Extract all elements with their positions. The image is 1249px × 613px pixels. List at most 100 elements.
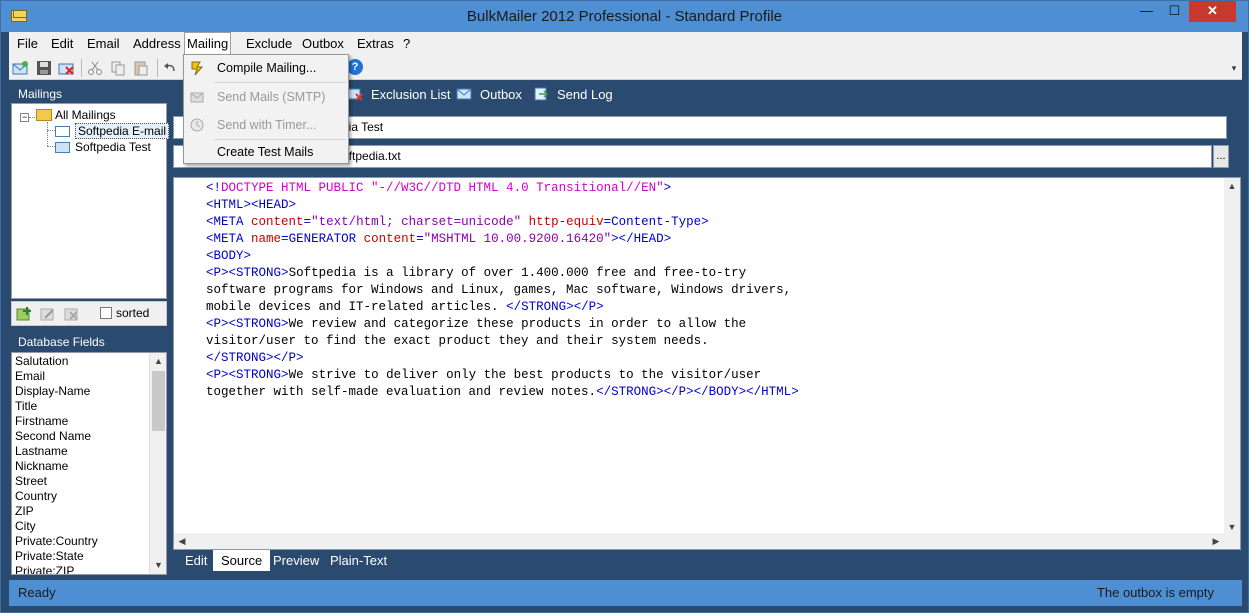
tree-item-softpedia-email[interactable]: Softpedia E-mail (55, 123, 170, 139)
sorted-checkbox[interactable] (100, 307, 112, 319)
scroll-left-icon[interactable]: ◀ (174, 533, 190, 549)
fields-scrollbar[interactable]: ▲ ▼ (149, 353, 166, 574)
delete-mail-icon[interactable] (58, 60, 74, 76)
tree-label: Softpedia E-mail (75, 123, 170, 139)
code-line: <!DOCTYPE HTML PUBLIC "-//W3C//DTD HTML … (206, 181, 672, 195)
menu-exclude[interactable]: Exclude (244, 32, 294, 56)
database-field-item[interactable]: Private:Country (15, 534, 98, 549)
database-field-item[interactable]: Salutation (15, 354, 68, 369)
scroll-up-icon[interactable]: ▲ (150, 353, 166, 370)
cut-icon[interactable] (87, 60, 103, 76)
database-field-item[interactable]: Firstname (15, 414, 68, 429)
menu-compile-mailing[interactable]: Compile Mailing... (184, 55, 348, 81)
mail-icon (55, 142, 70, 153)
editor-vertical-scrollbar[interactable]: ▲ ▼ (1224, 178, 1240, 535)
tab-label: Exclusion List (371, 87, 451, 102)
undo-icon[interactable] (162, 60, 178, 76)
toolbar-overflow-icon[interactable]: ▾ (1229, 59, 1239, 77)
tab-plain-text[interactable]: Plain-Text (322, 550, 395, 571)
database-field-item[interactable]: City (15, 519, 36, 534)
menu-item-label: Create Test Mails (217, 145, 314, 159)
compile-icon (191, 61, 204, 76)
minimize-button[interactable]: — (1133, 1, 1160, 22)
menu-item-label: Send Mails (SMTP) (217, 90, 326, 104)
code-line: <META name=GENERATOR content="MSHTML 10.… (206, 232, 672, 246)
database-field-item[interactable]: Display-Name (15, 384, 90, 399)
status-text: Ready (18, 585, 56, 600)
tree-line (47, 122, 48, 146)
database-field-item[interactable]: Private:State (15, 549, 84, 564)
tab-edit[interactable]: Edit (177, 550, 215, 571)
menu-item-label: Compile Mailing... (217, 61, 317, 75)
source-code[interactable]: <!DOCTYPE HTML PUBLIC "-//W3C//DTD HTML … (206, 180, 799, 401)
send-icon (190, 92, 204, 103)
tree-line (29, 117, 35, 118)
help-icon[interactable]: ? (347, 59, 363, 75)
menu-separator (214, 82, 346, 83)
code-line: <HTML><HEAD> (206, 198, 297, 212)
title-bar[interactable]: BulkMailer 2012 Professional - Standard … (1, 1, 1248, 32)
database-field-item[interactable]: Private:ZIP (15, 564, 74, 574)
tab-preview[interactable]: Preview (265, 550, 327, 571)
menu-edit[interactable]: Edit (49, 32, 75, 56)
tab-label: Send Log (557, 87, 613, 102)
scroll-up-icon[interactable]: ▲ (1224, 178, 1240, 194)
scroll-down-icon[interactable]: ▼ (150, 557, 166, 574)
menu-outbox[interactable]: Outbox (300, 32, 346, 56)
menu-send-with-timer[interactable]: Send with Timer... (184, 112, 348, 138)
database-field-item[interactable]: Nickname (15, 459, 68, 474)
paste-icon[interactable] (133, 60, 149, 76)
app-window: BulkMailer 2012 Professional - Standard … (0, 0, 1249, 613)
save-icon[interactable] (36, 60, 52, 76)
tab-outbox[interactable]: Outbox (456, 83, 522, 107)
database-field-item[interactable]: ZIP (15, 504, 34, 519)
database-fields-list[interactable]: Salutation Email Display-Name Title Firstnam… (11, 352, 167, 575)
source-editor[interactable]: <!DOCTYPE HTML PUBLIC "-//W3C//DTD HTML … (173, 177, 1241, 550)
database-field-item[interactable]: Title (15, 399, 37, 414)
tab-exclusion-list[interactable]: Exclusion List (347, 83, 450, 107)
scroll-right-icon[interactable]: ▶ (1208, 533, 1224, 549)
add-mailing-icon[interactable] (16, 306, 32, 322)
code-line: software programs for Windows and Linux,… (206, 283, 792, 297)
code-line: <P><STRONG>We strive to deliver only the… (206, 368, 762, 382)
menu-bar: File Edit Email Address Mailing Exclude … (9, 32, 1242, 57)
close-button[interactable]: ✕ (1189, 1, 1236, 22)
menu-create-test-mails[interactable]: Create Test Mails (184, 139, 348, 165)
menu-extras[interactable]: Extras (355, 32, 396, 56)
maximize-button[interactable]: ☐ (1161, 1, 1188, 22)
timer-icon (190, 118, 204, 132)
mailings-toolbar: sorted (11, 301, 167, 326)
menu-email[interactable]: Email (85, 32, 122, 56)
browse-button[interactable]: ... (1213, 145, 1229, 168)
new-mail-icon[interactable] (12, 60, 28, 76)
menu-help[interactable]: ? (401, 32, 412, 56)
mailings-tree[interactable]: − All Mailings Softpedia E-mail Softpedi… (11, 103, 170, 299)
send-log-icon (534, 87, 549, 101)
database-field-item[interactable]: Lastname (15, 444, 68, 459)
fields-panel-header: Database Fields (11, 331, 167, 353)
code-line: visitor/user to find the exact product t… (206, 334, 709, 348)
menu-send-mails-smtp[interactable]: Send Mails (SMTP) (184, 84, 348, 110)
code-line: </STRONG></P> (206, 351, 304, 365)
database-field-item[interactable]: Email (15, 369, 45, 384)
database-field-item[interactable]: Country (15, 489, 57, 504)
delete-mailing-icon[interactable] (64, 306, 80, 322)
scroll-thumb[interactable] (152, 371, 165, 431)
tree-label: Softpedia Test (75, 140, 151, 154)
tree-item-all-mailings[interactable]: All Mailings (36, 107, 116, 123)
tab-send-log[interactable]: Send Log (533, 83, 613, 107)
tab-source[interactable]: Source (213, 550, 271, 571)
toolbar-separator (81, 59, 82, 77)
tree-item-softpedia-test[interactable]: Softpedia Test (55, 139, 151, 155)
menu-address[interactable]: Address (131, 32, 183, 56)
tree-collapse-icon[interactable]: − (20, 113, 29, 122)
edit-mailing-icon[interactable] (40, 306, 56, 322)
tab-label: Outbox (480, 87, 522, 102)
editor-horizontal-scrollbar[interactable]: ◀ ▶ (174, 533, 1240, 549)
toolbar-separator (157, 59, 158, 77)
menu-file[interactable]: File (15, 32, 40, 56)
mailings-panel-header: Mailings (11, 83, 167, 105)
copy-icon[interactable] (110, 60, 126, 76)
database-field-item[interactable]: Second Name (15, 429, 91, 444)
database-field-item[interactable]: Street (15, 474, 47, 489)
